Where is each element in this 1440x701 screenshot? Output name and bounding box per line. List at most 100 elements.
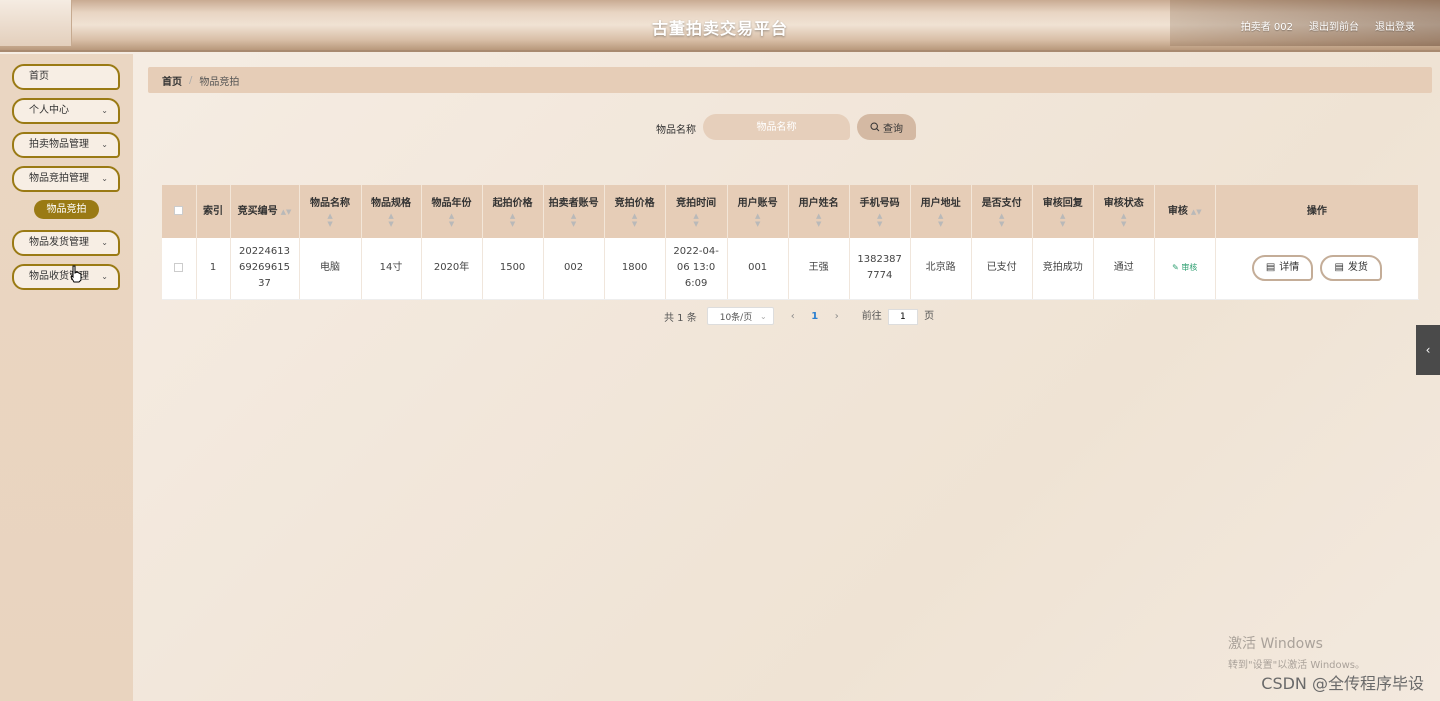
breadcrumb-home[interactable]: 首页 [162, 73, 182, 88]
sort-icon[interactable]: ▲▼ [850, 212, 910, 228]
header-links: 拍卖者 002 退出到前台 退出登录 [1241, 18, 1415, 33]
search-button[interactable]: 查询 [857, 114, 916, 140]
prev-page-icon[interactable]: ‹ [784, 311, 802, 322]
col-header-year[interactable]: 物品年份 ▲ ▼ [421, 185, 483, 238]
sidebar-item-label: 拍卖物品管理 [29, 139, 89, 150]
chevron-down-icon: ⌄ [760, 311, 767, 321]
sidebar-item-label: 物品发货管理 [29, 237, 89, 248]
cell-index: 1 [196, 238, 231, 300]
detail-button[interactable]: ▤ 详情 [1251, 255, 1314, 282]
back-to-front-link[interactable]: 退出到前台 [1309, 18, 1359, 33]
col-header-seller-account[interactable]: 拍卖者账号 ▲ ▼ [543, 185, 605, 238]
bidding-table: 索引 竞买编号 ▲▼ 物品名称 ▲ ▼ 物品规格 ▲ ▼ 物品年份 ▲ ▼ 起拍价格 ▲ ▼ 拍卖… [162, 185, 1420, 300]
sort-icon[interactable]: ▲▼ [422, 212, 482, 228]
col-header-reply[interactable]: 审核回复 ▲ ▼ [1032, 185, 1094, 238]
sort-icon[interactable]: ▲▼ [728, 212, 788, 228]
cell-seller: 002 [543, 238, 605, 300]
cell-phone: 13823877774 [849, 238, 911, 300]
sort-icon[interactable]: ▲▼ [911, 212, 971, 228]
cell-spec: 14寸 [361, 238, 422, 300]
csdn-watermark: CSDN @全传程序毕设 [1261, 674, 1424, 693]
sort-icon[interactable]: ▲▼ [1191, 208, 1202, 216]
sidebar: 首页 个人中心 ⌄ 拍卖物品管理 ⌄ 物品竞拍管理 ⌄ 物品竞拍 物品发货管理 … [0, 54, 133, 701]
col-header-index: 索引 [196, 185, 231, 238]
sort-icon[interactable]: ▲▼ [300, 212, 361, 228]
pagination: 共 1 条 10条/页 ⌄ ‹ 1 › 前往 页 [664, 307, 934, 325]
page-number[interactable]: 1 [806, 311, 824, 322]
sidebar-item-home[interactable]: 首页 [12, 64, 120, 90]
windows-activation-watermark: 激活 Windows 转到"设置"以激活 Windows。 [1228, 633, 1365, 671]
cell-status: 通过 [1093, 238, 1155, 300]
table-row: 1 202246136926961537 电脑 14寸 2020年 1500 0… [162, 238, 1420, 300]
col-header-bid-price[interactable]: 竞拍价格 ▲ ▼ [604, 185, 666, 238]
col-header-bid-time[interactable]: 竞拍时间 ▲ ▼ [665, 185, 728, 238]
cell-actions: ▤ 详情 ▤ 发货 [1215, 238, 1420, 300]
breadcrumb-separator: / [189, 74, 193, 86]
sort-icon[interactable]: ▲▼ [362, 212, 421, 228]
col-header-phone[interactable]: 手机号码 ▲ ▼ [849, 185, 911, 238]
next-page-icon[interactable]: › [828, 311, 846, 322]
row-checkbox[interactable] [174, 262, 184, 272]
chevron-down-icon: ⌄ [101, 106, 108, 115]
select-all-checkbox[interactable] [174, 206, 184, 215]
sort-icon[interactable]: ▲▼ [483, 212, 543, 228]
breadcrumb-current: 物品竞拍 [199, 76, 240, 88]
col-header-audit[interactable]: 审核 ▲▼ [1154, 185, 1216, 238]
sort-icon[interactable]: ▲▼ [281, 208, 292, 216]
cell-bid-price: 1800 [604, 238, 666, 300]
goto-page-input[interactable] [887, 309, 918, 325]
chevron-down-icon: ⌄ [101, 140, 108, 149]
col-header-address[interactable]: 用户地址 ▲ ▼ [910, 185, 972, 238]
cell-user-name: 王强 [788, 238, 850, 300]
sort-icon[interactable]: ▲▼ [544, 212, 604, 228]
col-header-status[interactable]: 审核状态 ▲ ▼ [1093, 185, 1155, 238]
sort-icon[interactable]: ▲▼ [972, 212, 1032, 228]
watermark-line1: 激活 Windows [1228, 636, 1323, 652]
sidebar-item-bidding[interactable]: 物品竞拍管理 ⌄ [12, 166, 120, 192]
chevron-down-icon: ⌄ [101, 174, 108, 183]
sidebar-item-receiving[interactable]: 物品收货管理 ⌄ [12, 264, 120, 290]
sidebar-item-shipping[interactable]: 物品发货管理 ⌄ [12, 230, 120, 256]
side-panel-toggle[interactable]: ‹ [1416, 325, 1440, 375]
top-header: 古董拍卖交易平台 拍卖者 002 退出到前台 退出登录 [0, 0, 1440, 52]
sort-icon[interactable]: ▲▼ [1094, 212, 1154, 228]
sidebar-item-personal-center[interactable]: 个人中心 ⌄ [12, 98, 120, 124]
sidebar-subitem-bidding[interactable]: 物品竞拍 [34, 200, 99, 219]
sidebar-item-auction-items[interactable]: 拍卖物品管理 ⌄ [12, 132, 120, 158]
ship-button[interactable]: ▤ 发货 [1320, 255, 1382, 282]
chevron-left-icon: ‹ [1425, 343, 1431, 357]
breadcrumb: 首页 / 物品竞拍 [148, 67, 1432, 93]
cell-year: 2020年 [421, 238, 483, 300]
pager-nav: ‹ 1 › [784, 311, 846, 322]
sort-icon[interactable]: ▲▼ [789, 212, 849, 228]
cell-reply: 竞拍成功 [1032, 238, 1094, 300]
col-header-paid[interactable]: 是否支付 ▲ ▼ [971, 185, 1033, 238]
document-icon: ▤ [1265, 262, 1276, 274]
page-size-select[interactable]: 10条/页 ⌄ [706, 307, 774, 325]
item-name-search-input[interactable] [703, 114, 850, 140]
site-title: 古董拍卖交易平台 [651, 19, 788, 38]
watermark-line2: 转到"设置"以激活 Windows。 [1228, 660, 1366, 671]
document-icon: ▤ [1334, 262, 1344, 274]
col-header-bid-no[interactable]: 竞买编号 ▲▼ [230, 185, 300, 238]
audit-link[interactable]: ✎ 审核 [1172, 263, 1197, 272]
cell-paid: 已支付 [971, 238, 1033, 300]
col-header-start-price[interactable]: 起拍价格 ▲ ▼ [482, 185, 544, 238]
col-header-user-account[interactable]: 用户账号 ▲ ▼ [727, 185, 789, 238]
cell-bid-no: 202246136926961537 [230, 238, 300, 300]
col-header-spec[interactable]: 物品规格 ▲ ▼ [361, 185, 422, 238]
cell-bid-time: 2022-04-06 13:06:09 [665, 238, 728, 300]
chevron-down-icon: ⌄ [101, 238, 108, 247]
edit-icon: ✎ [1172, 263, 1179, 273]
logout-link[interactable]: 退出登录 [1375, 18, 1415, 33]
col-header-user-name[interactable]: 用户姓名 ▲ ▼ [788, 185, 850, 238]
col-header-item-name[interactable]: 物品名称 ▲ ▼ [299, 185, 362, 238]
sort-icon[interactable]: ▲▼ [666, 212, 727, 228]
cell-audit: ✎ 审核 [1154, 238, 1216, 300]
col-header-actions: 操作 [1215, 185, 1420, 238]
sort-icon[interactable]: ▲▼ [605, 212, 665, 228]
sort-icon[interactable]: ▲▼ [1033, 212, 1093, 228]
sidebar-item-label: 个人中心 [29, 105, 69, 116]
search-button-label: 查询 [883, 123, 903, 135]
current-user: 拍卖者 002 [1240, 22, 1293, 33]
